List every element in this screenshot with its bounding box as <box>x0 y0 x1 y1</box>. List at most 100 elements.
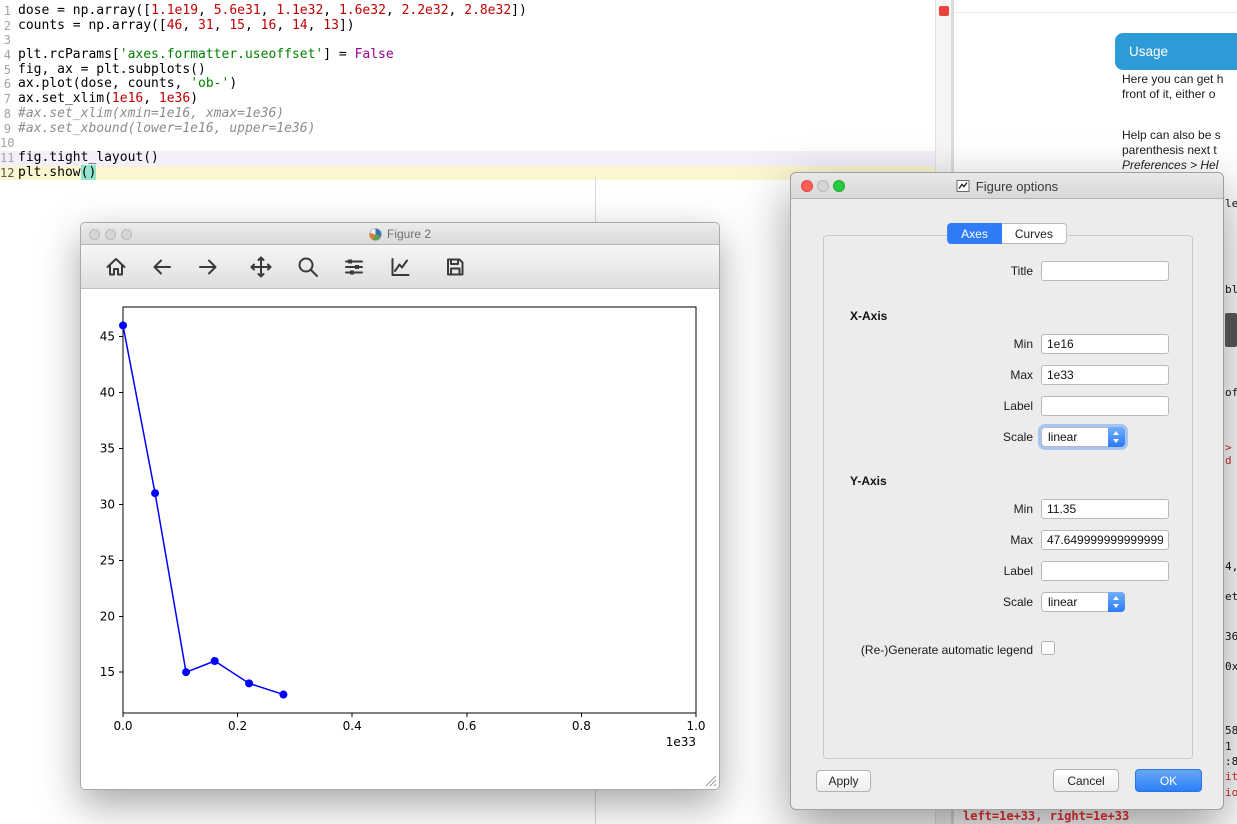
svg-text:1.0: 1.0 <box>686 719 705 733</box>
x-axis-header: X-Axis <box>850 309 888 323</box>
minimize-button[interactable] <box>817 180 829 192</box>
x-scale-select[interactable]: linear <box>1041 426 1125 447</box>
x-min-input[interactable] <box>1041 334 1169 354</box>
figure-window: Figure 2 0.0 0.2 0.4 0.6 0.8 1.0 15 20 25 30 35 40 4… <box>80 222 720 790</box>
console-text-fragment: :8 <box>1225 755 1237 768</box>
help-text-line: front of it, either o <box>1122 87 1216 101</box>
code-line-3: 3 <box>0 33 935 48</box>
toolbar-save-button[interactable] <box>443 255 467 279</box>
code-line-10: 10 <box>0 136 935 151</box>
resize-grip[interactable] <box>705 775 717 787</box>
svg-text:40: 40 <box>100 386 115 400</box>
svg-text:0.4: 0.4 <box>343 719 362 733</box>
close-button[interactable] <box>89 228 100 240</box>
toolbar-back-button[interactable] <box>150 255 174 279</box>
code-line-2: 2 counts = np.array([46, 31, 15, 16, 14, … <box>0 18 935 34</box>
toolbar-subplots-button[interactable] <box>342 255 366 279</box>
svg-text:0.2: 0.2 <box>228 719 247 733</box>
toolbar-home-button[interactable] <box>104 255 128 279</box>
code-line-1: 1 dose = np.array([1.1e19, 5.6e31, 1.1e32… <box>0 3 935 19</box>
code-editor[interactable]: 1 dose = np.array([1.1e19, 5.6e31, 1.1e32… <box>0 3 935 181</box>
dialog-tabs: Axes Curves <box>947 223 1067 244</box>
svg-text:0.6: 0.6 <box>457 719 476 733</box>
svg-text:35: 35 <box>100 441 115 455</box>
toolbar-zoom-button[interactable] <box>296 255 320 279</box>
line-number: 6 <box>3 77 11 92</box>
line-number: 2 <box>3 18 11 33</box>
ok-button[interactable]: OK <box>1135 769 1202 792</box>
x-scale-label: Scale <box>1002 430 1033 444</box>
spyder-workspace: 1 dose = np.array([1.1e19, 5.6e31, 1.1e32… <box>0 0 1237 824</box>
legend-checkbox[interactable] <box>1041 641 1055 655</box>
line-number: 12 <box>0 165 15 180</box>
svg-text:1e33: 1e33 <box>666 735 696 749</box>
figure-titlebar[interactable]: Figure 2 <box>81 223 719 245</box>
apply-button[interactable]: Apply <box>816 770 871 792</box>
x-max-label: Max <box>1010 368 1033 382</box>
figure-options-icon <box>956 180 970 192</box>
help-text-line: Help can also be s <box>1122 128 1221 142</box>
dialog-title-area: Figure options <box>791 173 1223 199</box>
usage-title: Usage <box>1129 44 1169 59</box>
figure-title: Figure 2 <box>386 227 432 241</box>
pan-icon <box>250 256 272 278</box>
y-label-label: Label <box>1003 564 1033 578</box>
save-icon <box>447 258 464 276</box>
code-line-5: 5 fig, ax = plt.subplots() <box>0 62 935 78</box>
x-label-input[interactable] <box>1041 396 1169 416</box>
line-number: 1 <box>3 4 11 18</box>
plot: 0.0 0.2 0.4 0.6 0.8 1.0 15 20 25 30 35 40 45 1e33 <box>100 306 706 749</box>
x-max-input[interactable] <box>1041 365 1169 385</box>
line-number: 3 <box>3 33 11 48</box>
forward-icon <box>199 259 217 275</box>
matplotlib-icon <box>369 227 382 241</box>
minimize-button[interactable] <box>105 228 116 240</box>
dialog-titlebar[interactable]: Figure options <box>791 173 1223 199</box>
scrollbar-warning-marker <box>939 6 949 16</box>
back-icon <box>153 259 171 275</box>
figure-title-input[interactable] <box>1041 261 1169 281</box>
svg-text:45: 45 <box>100 330 115 344</box>
y-scale-value: linear <box>1048 595 1078 609</box>
svg-text:20: 20 <box>100 609 115 623</box>
line-number: 11 <box>0 150 15 165</box>
line-number: 7 <box>3 92 11 107</box>
y-label-input[interactable] <box>1041 561 1169 581</box>
close-button[interactable] <box>801 180 813 192</box>
line-number: 8 <box>3 106 11 121</box>
y-max-input[interactable] <box>1041 530 1169 550</box>
home-icon <box>106 258 126 276</box>
y-max-label: Max <box>1010 533 1033 547</box>
toolbar-pan-button[interactable] <box>249 255 273 279</box>
help-text-line: parenthesis next t <box>1122 143 1217 157</box>
toolbar-forward-button[interactable] <box>196 255 220 279</box>
line-number: 9 <box>3 121 11 136</box>
console-text-fragment: 4, <box>1225 560 1237 573</box>
code-line-7: 7 ax.set_xlim(1e16, 1e36) <box>0 91 935 107</box>
console-text-fragment: io <box>1225 786 1237 799</box>
dialog-title: Figure options <box>975 178 1059 194</box>
console-text-fragment: ble <box>1225 283 1237 296</box>
console-text-fragment: d <box>1225 454 1232 467</box>
console-text-fragment: lev <box>1225 197 1237 210</box>
code-line-4: 4 plt.rcParams['axes.formatter.useoffset'… <box>0 47 935 63</box>
console-scrollbar-thumb[interactable] <box>1225 313 1237 347</box>
y-min-input[interactable] <box>1041 499 1169 519</box>
y-scale-label: Scale <box>1002 595 1033 609</box>
zoom-button[interactable] <box>121 228 132 240</box>
tab-axes[interactable]: Axes <box>947 223 1002 244</box>
line-number: 10 <box>0 136 15 151</box>
code-line-11: 11 fig.tight_layout() <box>0 150 935 166</box>
y-scale-select[interactable]: linear <box>1041 591 1125 612</box>
svg-text:30: 30 <box>100 497 115 511</box>
stepper-arrows-icon <box>1108 591 1125 612</box>
cancel-button[interactable]: Cancel <box>1053 769 1119 792</box>
tab-curves[interactable]: Curves <box>1001 223 1067 244</box>
subplots-icon <box>345 259 363 275</box>
zoom-button[interactable] <box>833 180 845 192</box>
help-text-line: Here you can get h <box>1122 72 1224 86</box>
x-scale-value: linear <box>1048 430 1078 444</box>
toolbar-customize-button[interactable] <box>388 255 412 279</box>
svg-text:0.8: 0.8 <box>572 719 591 733</box>
figure-canvas[interactable]: 0.0 0.2 0.4 0.6 0.8 1.0 15 20 25 30 35 40 45 1e33 <box>81 290 719 789</box>
